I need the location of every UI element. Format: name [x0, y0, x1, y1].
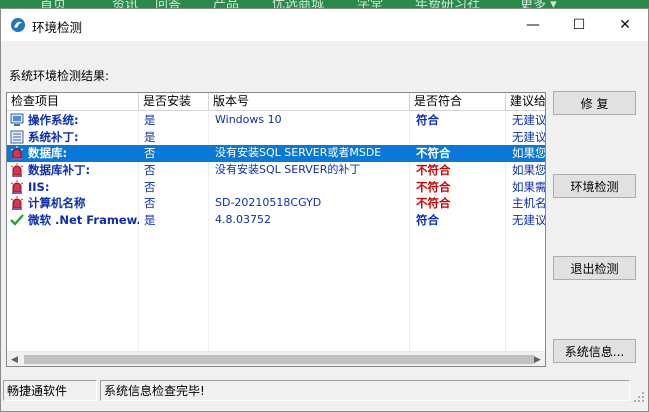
row-item-name: 数据库:: [28, 146, 68, 161]
title-bar[interactable]: 环境检测 — ☐ ✕: [1, 9, 648, 41]
alarm-icon: [10, 146, 24, 161]
row-status: 符合: [416, 213, 439, 228]
row-item-name: 系统补丁:: [28, 129, 79, 144]
table-row[interactable]: 微软 .Net Framew... 是 4.8.03752 符合 无建议: [7, 212, 546, 229]
row-installed: 是: [144, 113, 156, 127]
resize-grip-icon[interactable]: [633, 391, 645, 403]
app-logo-icon: [11, 18, 25, 32]
maximize-button[interactable]: ☐: [556, 9, 602, 41]
row-version: SD-20210518CGYD: [215, 196, 322, 210]
system-info-button[interactable]: 系统信息...: [553, 339, 636, 363]
background-nav-strip: 首页 资讯 问答 产品 优选商城 学堂 年费研习社 更多 ▾: [0, 0, 649, 8]
row-version: Windows 10: [215, 113, 282, 126]
exit-check-button[interactable]: 退出检测: [553, 256, 636, 280]
column-header-suggestion[interactable]: 建议给: [506, 93, 545, 111]
row-version: [212, 179, 408, 196]
column-header-version[interactable]: 版本号: [209, 93, 410, 111]
alarm-icon: [10, 179, 24, 194]
background-nav-item: 资讯: [112, 0, 139, 8]
row-item-name: 计算机名称: [28, 196, 86, 211]
list-rows: 操作系统: 是 Windows 10 符合 无建议 系统补丁: 是 无建议 数据…: [7, 112, 546, 229]
row-suggestion: 主机名: [512, 196, 546, 211]
row-status: 不符合: [416, 146, 451, 161]
horizontal-scrollbar[interactable]: ◀ ▶: [7, 351, 545, 366]
alarm-icon: [10, 196, 24, 211]
background-nav-item: 学堂: [357, 0, 384, 8]
row-item-name: IIS:: [28, 179, 50, 194]
background-nav-item: 优选商城: [272, 0, 325, 8]
row-installed: 否: [144, 146, 156, 161]
row-suggestion: 无建议: [512, 129, 546, 144]
row-version: 4.8.03752: [215, 213, 271, 227]
scroll-thumb[interactable]: [24, 355, 534, 364]
window-title: 环境检测: [32, 20, 83, 35]
row-item-name: 微软 .Net Framew...: [28, 213, 139, 228]
monitor-icon: [10, 113, 24, 126]
close-button[interactable]: ✕: [602, 9, 648, 41]
scroll-right-icon[interactable]: ▶: [530, 352, 545, 366]
status-company: 畅捷通软件: [3, 380, 97, 401]
minimize-button[interactable]: —: [510, 9, 556, 41]
table-row-selected[interactable]: 数据库: 否 没有安装SQL SERVER或者MSDE 不符合 如果您: [7, 145, 546, 163]
background-nav-item: 产品: [213, 0, 240, 8]
row-installed: 是: [144, 129, 156, 144]
table-row[interactable]: 数据库补丁: 否 没有安装SQL SERVER的补丁 不符合 如果您: [7, 162, 546, 179]
background-nav-item: 更多 ▾: [520, 0, 557, 8]
row-version: 没有安装SQL SERVER的补丁: [215, 163, 361, 177]
row-version: 没有安装SQL SERVER或者MSDE: [215, 146, 382, 160]
row-status: 不符合: [416, 179, 451, 194]
row-status: 不符合: [416, 196, 451, 211]
row-version: [212, 129, 408, 146]
row-suggestion: 无建议: [512, 213, 546, 228]
row-item-name: 操作系统:: [28, 113, 79, 127]
row-installed: 否: [144, 163, 156, 178]
row-suggestion: 如果需: [512, 179, 546, 194]
repair-button[interactable]: 修 复: [553, 91, 636, 115]
row-suggestion: 如果您: [512, 146, 546, 161]
column-header-compliant[interactable]: 是否符合: [410, 93, 506, 111]
result-label: 系统环境检测结果:: [9, 69, 110, 83]
list-header: 检查项目 是否安装 版本号 是否符合 建议给: [7, 93, 545, 111]
row-installed: 否: [144, 179, 156, 194]
row-status: 不符合: [416, 163, 451, 178]
column-header-installed[interactable]: 是否安装: [139, 93, 209, 111]
column-header-item[interactable]: 检查项目: [7, 93, 139, 111]
table-row[interactable]: 操作系统: 是 Windows 10 符合 无建议: [7, 112, 546, 129]
status-bar: 畅捷通软件 系统信息检查完毕!: [1, 377, 648, 411]
alarm-icon: [10, 163, 24, 178]
background-nav-item: 问答: [155, 0, 182, 8]
row-status: [413, 129, 505, 146]
check-results-list[interactable]: 检查项目 是否安装 版本号 是否符合 建议给 操作系统: 是 Windows 1…: [6, 92, 546, 367]
checkmark-icon: [10, 214, 24, 226]
row-status: 符合: [416, 113, 439, 127]
scroll-left-icon[interactable]: ◀: [7, 352, 22, 366]
table-row[interactable]: 计算机名称 否 SD-20210518CGYD 不符合 主机名: [7, 195, 546, 212]
environment-check-button[interactable]: 环境检测: [553, 174, 636, 198]
table-row[interactable]: IIS: 否 不符合 如果需: [7, 179, 546, 196]
table-row[interactable]: 系统补丁: 是 无建议: [7, 129, 546, 146]
row-suggestion: 如果您: [512, 163, 546, 178]
row-suggestion: 无建议: [512, 113, 546, 127]
update-icon: [10, 130, 24, 144]
row-item-name: 数据库补丁:: [28, 163, 91, 178]
environment-check-window: 环境检测 — ☐ ✕ 系统环境检测结果: 检查项目 是否安装 版本号 是否符合 …: [0, 8, 649, 412]
row-installed: 否: [144, 196, 156, 211]
row-installed: 是: [144, 213, 156, 228]
background-nav-item: 年费研习社: [415, 0, 481, 8]
status-message: 系统信息检查完毕!: [100, 380, 630, 401]
background-nav-item: 首页: [40, 0, 67, 8]
